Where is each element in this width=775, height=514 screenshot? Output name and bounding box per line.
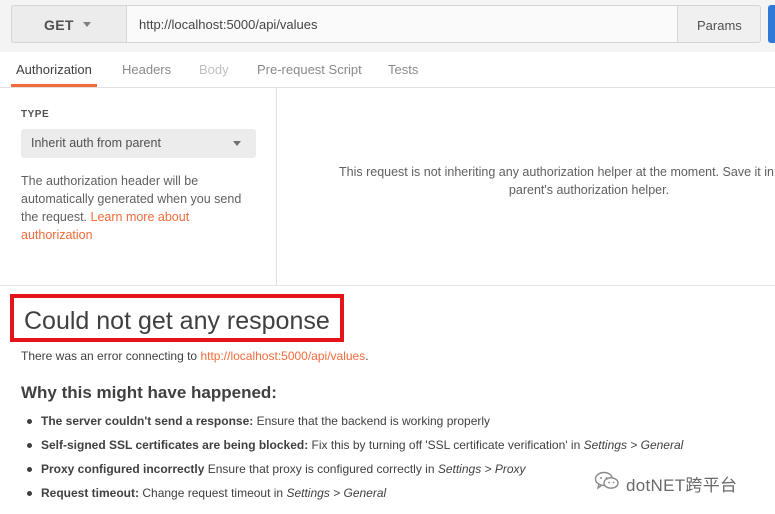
reason-item: Proxy configured incorrectly Ensure that… (27, 462, 683, 486)
active-tab-indicator (11, 84, 97, 87)
chevron-down-icon (83, 22, 91, 27)
params-button[interactable]: Params (677, 5, 761, 43)
reason-item: The server couldn't send a response: Ens… (27, 414, 683, 438)
method-label: GET (44, 17, 74, 33)
settings-section: General (343, 486, 387, 500)
reason-item: Request timeout: Change request timeout … (27, 486, 683, 510)
reason-title: The server couldn't send a response: (41, 414, 254, 428)
bullet-icon (27, 491, 32, 496)
bullet-icon (27, 467, 32, 472)
auth-type-value: Inherit auth from parent (31, 136, 161, 150)
error-title: Could not get any response (24, 307, 330, 335)
reason-text: Fix this by turning off 'SSL certificate… (308, 438, 584, 452)
tab-pre-request-script[interactable]: Pre-request Script (257, 62, 362, 77)
auth-info-panel: This request is not inheriting any autho… (277, 88, 775, 285)
reason-text: Ensure that the backend is working prope… (253, 414, 491, 428)
reason-text: Change request timeout in (139, 486, 287, 500)
wechat-icon (594, 471, 619, 490)
settings-section: Proxy (494, 462, 526, 476)
request-tabs: Authorization Headers Body Pre-request S… (0, 52, 775, 88)
send-button[interactable] (768, 5, 775, 43)
tab-headers[interactable]: Headers (122, 62, 171, 77)
method-select[interactable]: GET (11, 5, 127, 43)
settings-path-separator: > (329, 486, 344, 500)
caret-down-icon (233, 141, 241, 146)
auth-type-select[interactable]: Inherit auth from parent (21, 129, 256, 158)
reason-title: Request timeout: (41, 486, 140, 500)
reason-item: Self-signed SSL certificates are being b… (27, 438, 683, 462)
settings-path: Settings (286, 486, 330, 500)
bullet-icon (27, 443, 32, 448)
auth-settings-panel: TYPE Inherit auth from parent The author… (0, 88, 277, 285)
settings-section: General (640, 438, 684, 452)
error-url-link[interactable]: http://localhost:5000/api/values (200, 349, 365, 363)
request-bar: GET http://localhost:5000/api/values Par… (0, 0, 775, 52)
error-message: There was an error connecting to http://… (21, 349, 369, 363)
why-heading: Why this might have happened: (21, 383, 277, 402)
tab-authorization[interactable]: Authorization (16, 62, 92, 77)
error-message-prefix: There was an error connecting to (21, 349, 201, 363)
settings-path-separator: > (626, 438, 641, 452)
auth-info-message: This request is not inheriting any autho… (339, 163, 775, 199)
tab-body[interactable]: Body (199, 62, 229, 77)
reason-title: Self-signed SSL certificates are being b… (41, 438, 309, 452)
reasons-list: The server couldn't send a response: Ens… (27, 414, 683, 510)
error-message-suffix: . (365, 349, 369, 363)
reason-title: Proxy configured incorrectly (41, 462, 205, 476)
url-text: http://localhost:5000/api/values (139, 17, 318, 32)
params-label: Params (697, 18, 742, 33)
watermark: dotNET跨平台 (594, 469, 769, 495)
url-input[interactable]: http://localhost:5000/api/values (126, 5, 678, 43)
bullet-icon (27, 419, 32, 424)
auth-description: The authorization header will be automat… (21, 172, 261, 244)
reason-text: Ensure that proxy is configured correctl… (204, 462, 438, 476)
auth-info-line-1: This request is not inheriting any autho… (339, 165, 775, 179)
response-divider (0, 285, 775, 286)
error-highlight-box: Could not get any response (10, 294, 344, 342)
settings-path: Settings (437, 462, 482, 476)
auth-type-label: TYPE (21, 109, 50, 120)
tab-tests[interactable]: Tests (388, 62, 418, 77)
settings-path: Settings (583, 438, 627, 452)
settings-path-separator: > (481, 462, 495, 476)
auth-info-line-2: parent's authorization helper. (508, 183, 670, 197)
watermark-text: dotNET跨平台 (626, 476, 738, 495)
